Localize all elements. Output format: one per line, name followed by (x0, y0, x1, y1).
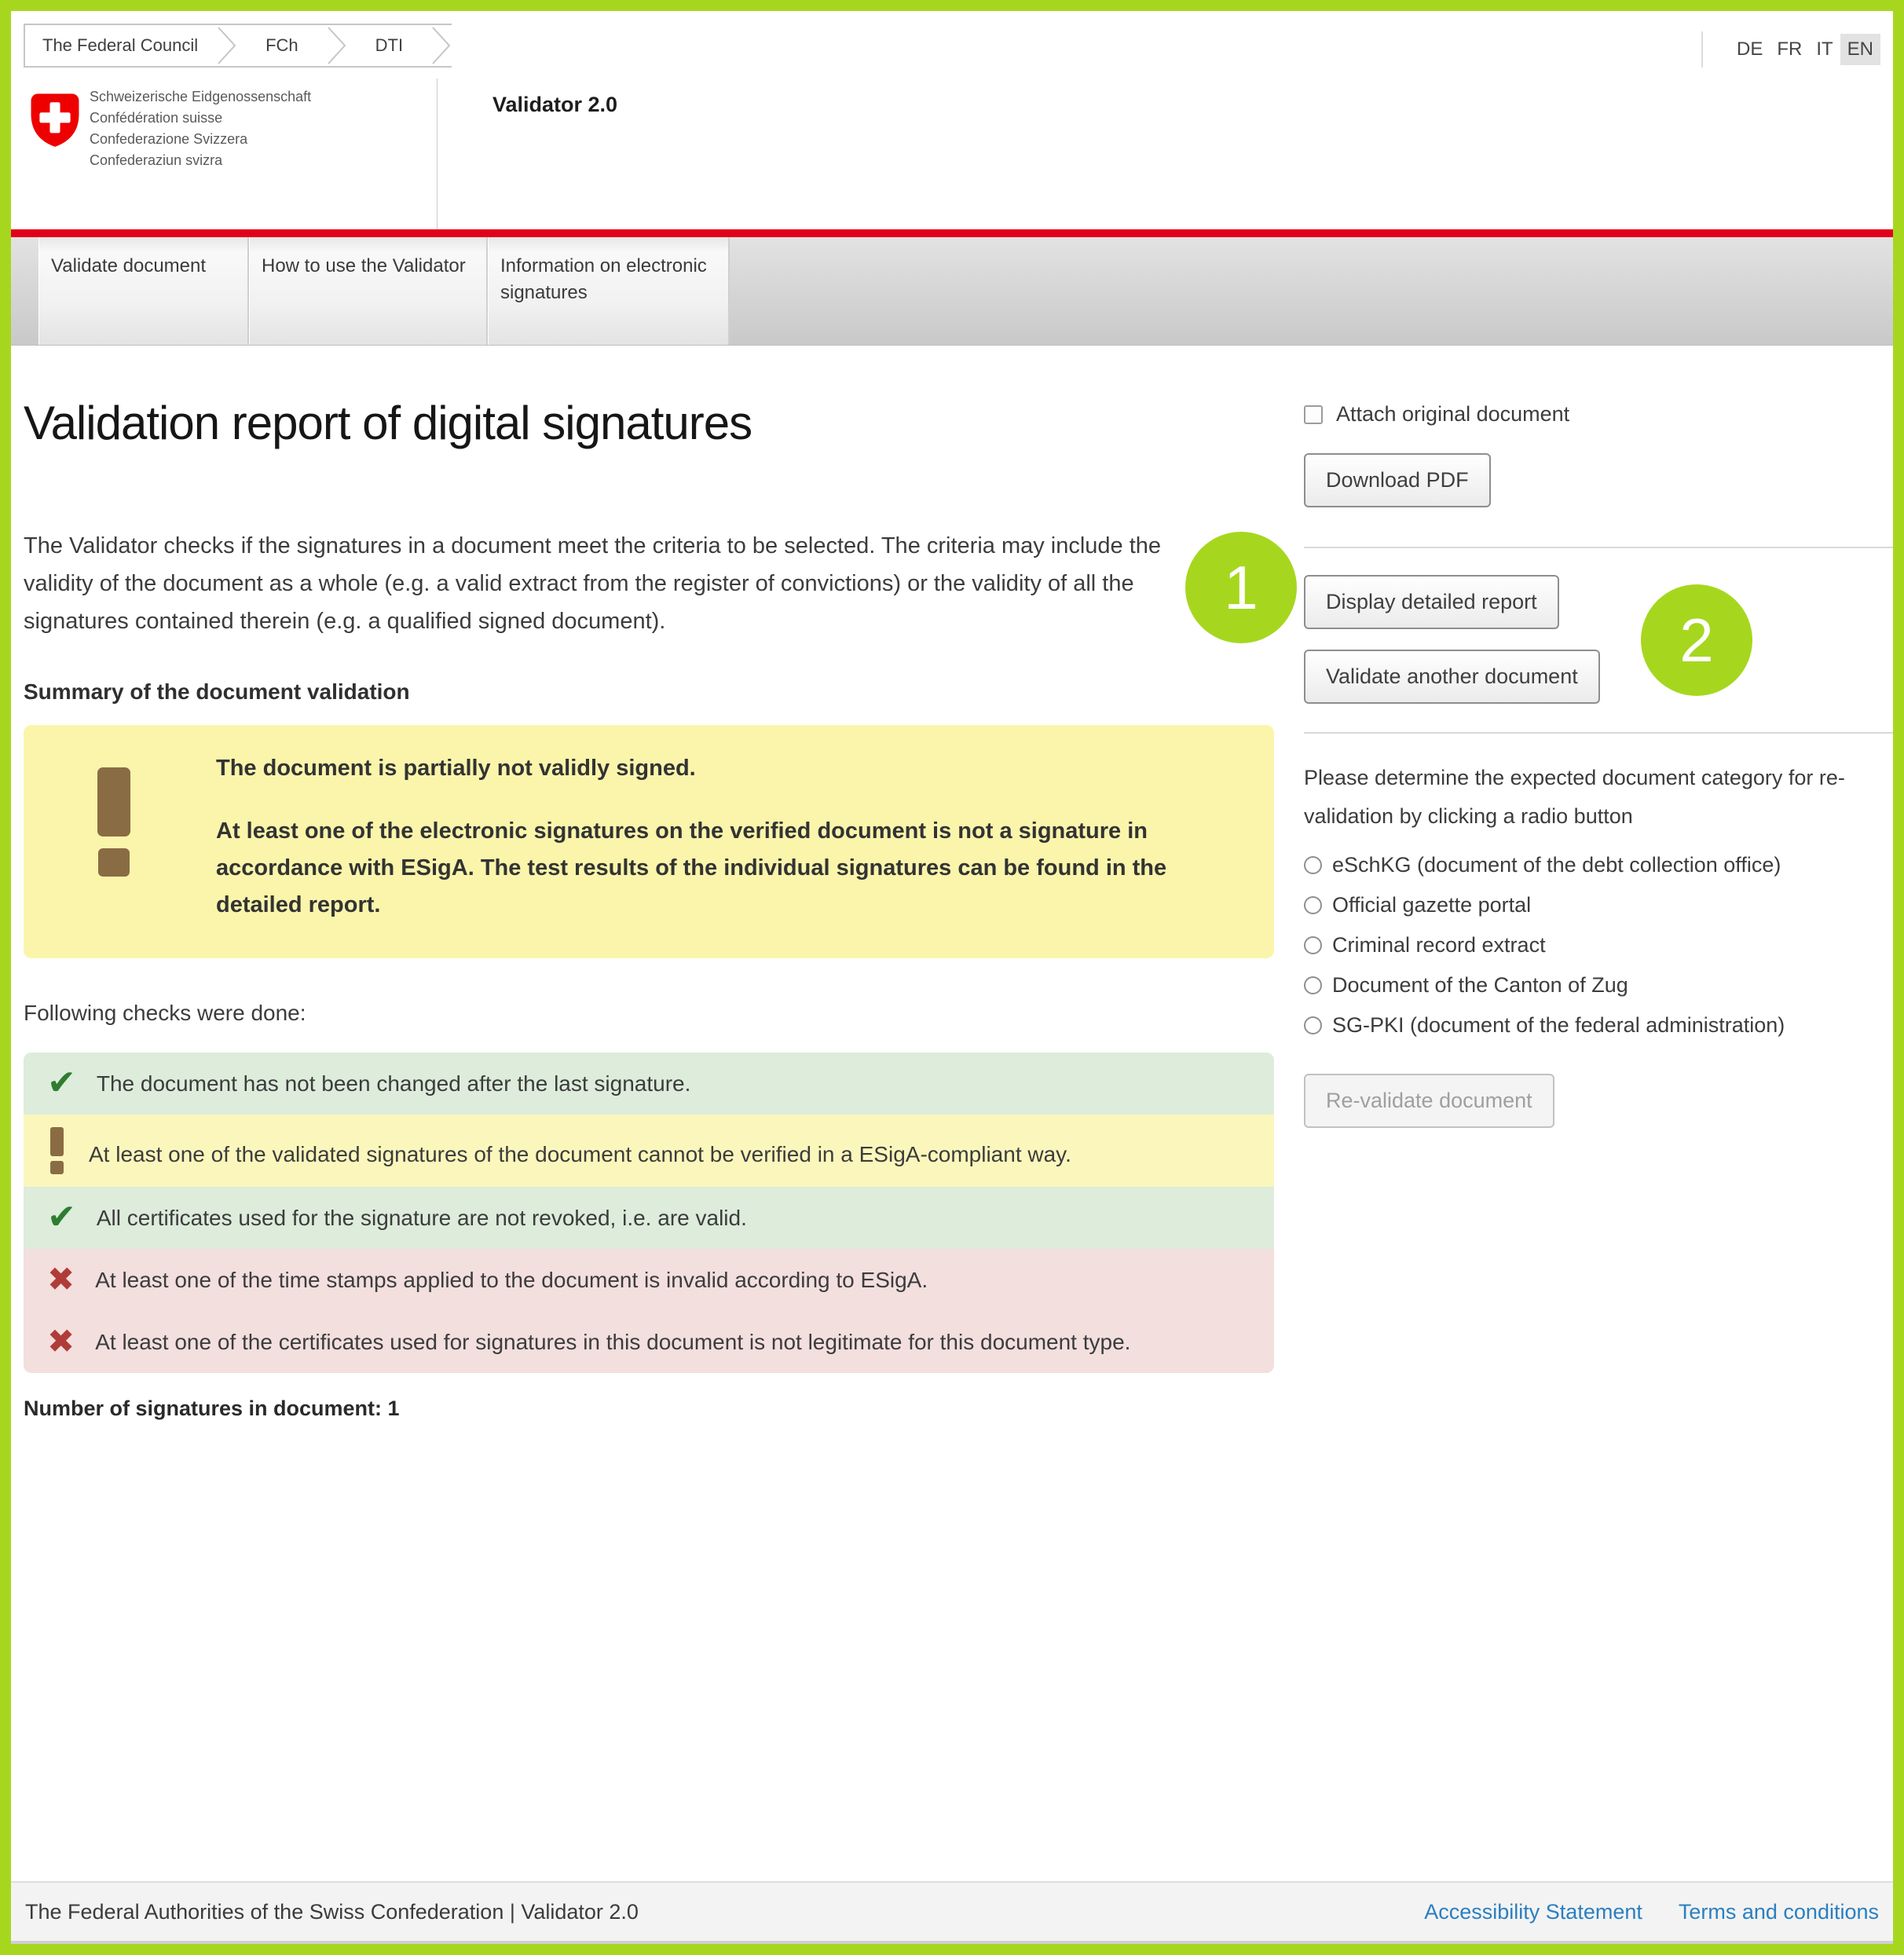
header-divider (1701, 31, 1703, 68)
check-icon: ✔ (47, 1206, 76, 1229)
breadcrumb-item-federal-council[interactable]: The Federal Council (25, 25, 217, 66)
validate-another-document-button[interactable]: Validate another document (1304, 650, 1600, 704)
summary-warning-box: The document is partially not validly si… (24, 725, 1274, 958)
check-text: The document has not been changed after … (97, 1071, 691, 1096)
check-row: ✔ The document has not been changed after… (24, 1053, 1274, 1115)
cross-icon: ✖ (47, 1268, 75, 1291)
logo-line: Confédération suisse (90, 108, 311, 129)
radio-option-eschkg: eSchKG (document of the debt collection … (1304, 845, 1895, 885)
attach-original-row: Attach original document (1304, 402, 1895, 427)
radio-label: Criminal record extract (1332, 933, 1546, 957)
terms-and-conditions-link[interactable]: Terms and conditions (1679, 1900, 1879, 1924)
header-red-rule (11, 229, 1893, 237)
language-switcher: DE FR IT EN (1701, 31, 1880, 68)
check-results-list: ✔ The document has not been changed after… (24, 1053, 1274, 1373)
chevron-right-icon (327, 25, 347, 66)
accessibility-statement-link[interactable]: Accessibility Statement (1424, 1900, 1642, 1924)
check-text: At least one of the validated signatures… (89, 1142, 1071, 1166)
tab-info-signatures[interactable]: Information on electronic signatures (488, 237, 730, 345)
revalidation-instructions: Please determine the expected document c… (1304, 759, 1895, 836)
breadcrumb-label: FCh (265, 35, 298, 56)
radio-label: Document of the Canton of Zug (1332, 973, 1628, 998)
main-nav-tabs: Validate document How to use the Validat… (11, 237, 1893, 346)
app-title: Validator 2.0 (492, 93, 617, 117)
logo-line: Schweizerische Eidgenossenschaft (90, 86, 311, 108)
radio-button[interactable] (1304, 1016, 1322, 1034)
lang-en[interactable]: EN (1840, 34, 1880, 65)
radio-label: SG-PKI (document of the federal administ… (1332, 1013, 1785, 1038)
attach-original-checkbox[interactable] (1304, 405, 1323, 424)
sidebar-divider (1304, 732, 1895, 734)
display-detailed-report-button[interactable]: Display detailed report (1304, 575, 1559, 629)
radio-label: Official gazette portal (1332, 893, 1531, 917)
summary-detail: At least one of the electronic signature… (216, 813, 1174, 924)
check-row: ✖ At least one of the time stamps applied… (24, 1249, 1274, 1311)
tab-how-to-use[interactable]: How to use the Validator (249, 237, 488, 345)
page: The Federal Council FCh DTI DE FR IT EN (0, 0, 1904, 1955)
radio-button[interactable] (1304, 896, 1322, 914)
exclamation-icon (50, 1127, 64, 1174)
radio-option-gazette: Official gazette portal (1304, 885, 1895, 925)
tab-label: Validate document (51, 255, 206, 276)
check-row: At least one of the validated signatures… (24, 1115, 1274, 1187)
lang-it[interactable]: IT (1809, 34, 1840, 65)
actions-sidebar: Attach original document Download PDF Di… (1304, 346, 1895, 1128)
summary-result: The document is partially not validly si… (216, 752, 1174, 785)
intro-paragraph: The Validator checks if the signatures i… (24, 527, 1221, 640)
radio-option-sg-pki: SG-PKI (document of the federal administ… (1304, 1005, 1895, 1045)
attach-original-label: Attach original document (1336, 402, 1569, 427)
check-icon: ✔ (47, 1071, 76, 1095)
confederation-wordmark: Schweizerische Eidgenossenschaft Confédé… (90, 86, 311, 171)
report-content: Validation report of digital signatures … (24, 346, 1277, 1421)
radio-label: eSchKG (document of the debt collection … (1332, 853, 1781, 877)
header-vertical-divider (437, 79, 438, 232)
exclamation-icon (97, 767, 130, 877)
tab-validate-document[interactable]: Validate document (38, 237, 249, 345)
radio-button[interactable] (1304, 976, 1322, 994)
radio-button[interactable] (1304, 936, 1322, 954)
chevron-right-icon (431, 25, 452, 66)
chevron-right-icon (217, 25, 237, 66)
download-pdf-button[interactable]: Download PDF (1304, 453, 1491, 507)
check-row: ✖ At least one of the certificates used f… (24, 1311, 1274, 1373)
breadcrumb-item-fch[interactable]: FCh (237, 25, 327, 66)
tab-label: How to use the Validator (262, 255, 466, 276)
breadcrumb-label: DTI (375, 35, 403, 56)
checks-heading: Following checks were done: (24, 1001, 1277, 1026)
breadcrumb: The Federal Council FCh DTI (24, 24, 452, 68)
logo-line: Confederaziun svizra (90, 150, 311, 171)
check-text: At least one of the certificates used fo… (95, 1330, 1130, 1354)
radio-button[interactable] (1304, 856, 1322, 874)
breadcrumb-item-dti[interactable]: DTI (347, 25, 431, 66)
breadcrumb-label: The Federal Council (42, 35, 198, 56)
summary-heading: Summary of the document validation (24, 679, 1277, 705)
check-row: ✔ All certificates used for the signature… (24, 1187, 1274, 1249)
sidebar-divider (1304, 547, 1895, 548)
check-text: All certificates used for the signature … (97, 1206, 747, 1230)
lang-fr[interactable]: FR (1770, 34, 1809, 65)
document-category-radios: eSchKG (document of the debt collection … (1304, 845, 1895, 1045)
lang-de[interactable]: DE (1730, 34, 1770, 65)
check-text: At least one of the time stamps applied … (95, 1268, 928, 1292)
annotation-step-2: 2 (1641, 584, 1752, 696)
annotation-step-1: 1 (1185, 532, 1297, 643)
footer: The Federal Authorities of the Swiss Con… (11, 1881, 1893, 1944)
swiss-coat-of-arms-icon (26, 88, 84, 155)
page-title: Validation report of digital signatures (24, 396, 1277, 450)
footer-text: The Federal Authorities of the Swiss Con… (25, 1900, 639, 1924)
footer-links: Accessibility Statement Terms and condit… (1388, 1900, 1879, 1924)
tab-label: Information on electronic signatures (500, 255, 707, 303)
radio-option-criminal-record: Criminal record extract (1304, 925, 1895, 965)
radio-option-canton-zug: Document of the Canton of Zug (1304, 965, 1895, 1005)
logo-line: Confederazione Svizzera (90, 129, 311, 150)
revalidate-document-button[interactable]: Re-validate document (1304, 1074, 1554, 1128)
signature-count: Number of signatures in document: 1 (24, 1397, 1277, 1421)
cross-icon: ✖ (47, 1330, 75, 1353)
